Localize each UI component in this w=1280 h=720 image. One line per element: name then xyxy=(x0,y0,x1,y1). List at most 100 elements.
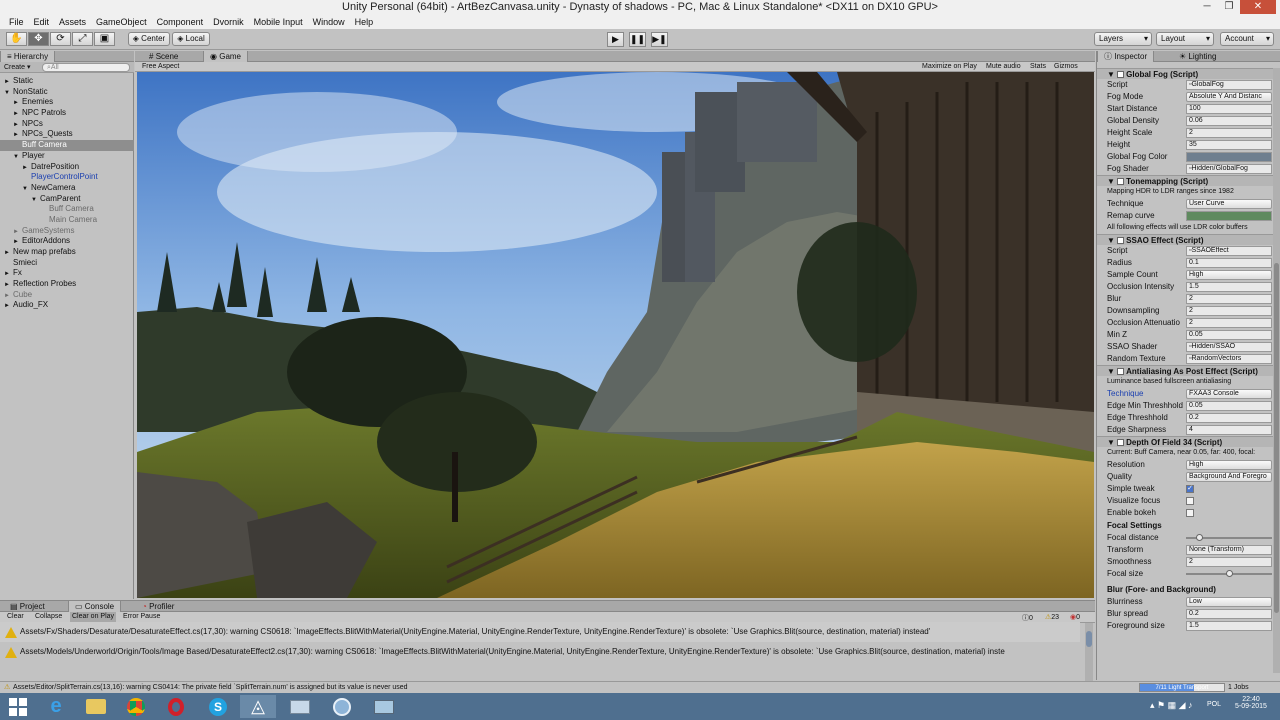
remap-curve-field[interactable] xyxy=(1186,211,1272,221)
checkbox-unchecked[interactable] xyxy=(1186,497,1194,505)
technique-dropdown[interactable]: User Curve xyxy=(1186,199,1272,209)
scrollbar-thumb[interactable] xyxy=(1274,263,1279,613)
quality-dropdown[interactable]: Background And Foregro xyxy=(1186,472,1272,482)
number-field[interactable]: 0.05 xyxy=(1186,330,1272,340)
hierarchy-item[interactable]: ▼ Player xyxy=(0,151,134,162)
foldout-expanded-icon[interactable]: ▼ xyxy=(22,184,31,195)
menu-dvornik[interactable]: Dvornik xyxy=(208,15,249,29)
focal-size-slider[interactable] xyxy=(1186,570,1272,577)
ssao-header[interactable]: ▼ SSAO Effect (Script) xyxy=(1097,234,1273,245)
hierarchy-item[interactable]: ► Audio_FX xyxy=(0,300,134,311)
unity-icon[interactable]: ◬ xyxy=(240,695,276,718)
component-enabled-checkbox[interactable] xyxy=(1117,368,1125,375)
hierarchy-item[interactable]: ► NPC Patrols xyxy=(0,108,134,119)
pivot-local-button[interactable]: ◈ Local xyxy=(172,32,210,46)
hierarchy-item[interactable]: ► DatrePosition xyxy=(0,162,134,173)
hierarchy-item[interactable]: ► Reflection Probes xyxy=(0,279,134,290)
hierarchy-item[interactable]: ▼ NonStatic xyxy=(0,87,134,98)
component-enabled-checkbox[interactable] xyxy=(1117,71,1125,78)
number-field[interactable]: 35 xyxy=(1186,140,1272,150)
dropdown-field[interactable]: Absolute Y And Distanc xyxy=(1186,92,1272,102)
transform-field[interactable]: None (Transform) xyxy=(1186,545,1272,555)
hierarchy-item[interactable]: ► New map prefabs xyxy=(0,247,134,258)
number-field[interactable]: 0.06 xyxy=(1186,116,1272,126)
clock[interactable]: 22:40 5-09-2015 xyxy=(1232,696,1270,710)
tab-inspector[interactable]: ⓘ Inspector xyxy=(1097,51,1155,62)
skype-icon[interactable]: S xyxy=(200,695,236,718)
tab-profiler[interactable]: ◔ Profiler xyxy=(136,601,180,612)
warning-count-toggle[interactable]: ⚠23 xyxy=(1045,613,1059,621)
foldout-collapsed-icon[interactable]: ► xyxy=(4,301,13,312)
menu-assets[interactable]: Assets xyxy=(54,15,91,29)
layers-dropdown[interactable]: Layers ▾ xyxy=(1094,32,1152,46)
component-enabled-checkbox[interactable] xyxy=(1117,439,1125,446)
menu-mobile-input[interactable]: Mobile Input xyxy=(249,15,308,29)
object-field[interactable]: ▫RandomVectors xyxy=(1186,354,1272,364)
layout-dropdown[interactable]: Layout ▾ xyxy=(1156,32,1214,46)
move-tool-icon[interactable]: ✥ xyxy=(28,32,49,46)
number-field[interactable]: 2 xyxy=(1186,294,1272,304)
resolution-dropdown[interactable]: High xyxy=(1186,460,1272,470)
tab-project[interactable]: ▤ Project xyxy=(4,601,51,612)
dropdown-field[interactable]: High xyxy=(1186,270,1272,280)
close-icon[interactable]: ✕ xyxy=(1240,0,1276,14)
hierarchy-item[interactable]: ▼ NewCamera xyxy=(0,183,134,194)
number-field[interactable]: 2 xyxy=(1186,128,1272,138)
hierarchy-item[interactable]: Buff Camera xyxy=(0,204,134,215)
number-field[interactable]: 0.2 xyxy=(1186,413,1272,423)
hand-tool-icon[interactable]: ✋ xyxy=(6,32,27,46)
hierarchy-item[interactable]: Buff Camera xyxy=(0,140,134,151)
gizmos-dropdown[interactable]: Gizmos xyxy=(1054,63,1078,70)
object-field[interactable]: ▫SSAOEffect xyxy=(1186,246,1272,256)
mute-audio-toggle[interactable]: Mute audio xyxy=(986,63,1021,70)
scale-tool-icon[interactable]: ⤢ xyxy=(72,32,93,46)
maximize-on-play-toggle[interactable]: Maximize on Play xyxy=(922,63,977,70)
checkbox-unchecked[interactable] xyxy=(1186,509,1194,517)
hierarchy-item[interactable]: ► NPCs_Quests xyxy=(0,129,134,140)
status-message[interactable]: Assets/Editor/SplitTerrain.cs(13,16): wa… xyxy=(13,682,408,693)
number-field[interactable]: 2 xyxy=(1186,318,1272,328)
menu-help[interactable]: Help xyxy=(350,15,379,29)
minimize-icon[interactable]: ─ xyxy=(1196,0,1218,14)
hierarchy-item[interactable]: ► Cube xyxy=(0,290,134,301)
windows-start-icon[interactable] xyxy=(0,695,36,718)
maximize-icon[interactable]: ❐ xyxy=(1218,0,1240,14)
rotate-tool-icon[interactable]: ⟳ xyxy=(50,32,71,46)
component-enabled-checkbox[interactable] xyxy=(1117,237,1125,244)
number-field[interactable]: 1.5 xyxy=(1186,282,1272,292)
language-indicator[interactable]: POL xyxy=(1207,701,1221,708)
account-dropdown[interactable]: Account ▾ xyxy=(1220,32,1274,46)
play-button[interactable]: ▶ xyxy=(607,32,624,47)
hierarchy-item[interactable]: ► GameSystems xyxy=(0,226,134,237)
globalfog-header[interactable]: ▼ Global Fog (Script) xyxy=(1097,68,1273,79)
app-icon-2[interactable] xyxy=(324,695,360,718)
number-field[interactable]: 100 xyxy=(1186,104,1272,114)
jobs-label[interactable]: 1 Jobs xyxy=(1228,682,1249,693)
step-button[interactable]: ▶❚ xyxy=(651,32,668,47)
opera-icon[interactable] xyxy=(158,695,194,718)
app-icon-3[interactable] xyxy=(366,695,402,718)
inspector-scrollbar[interactable] xyxy=(1273,68,1280,673)
foldout-expanded-icon[interactable]: ▼ xyxy=(13,152,22,163)
tab-console[interactable]: ▭ Console xyxy=(68,601,122,612)
tab-scene[interactable]: # Scene xyxy=(143,51,184,62)
antialiasing-header[interactable]: ▼ Antialiasing As Post Effect (Script) xyxy=(1097,365,1273,376)
hierarchy-item[interactable]: ▼ CamParent xyxy=(0,194,134,205)
tonemapping-header[interactable]: ▼ Tonemapping (Script) xyxy=(1097,175,1273,186)
bake-progress-bar[interactable]: 7/11 Light Transport xyxy=(1139,683,1225,692)
menu-edit[interactable]: Edit xyxy=(29,15,55,29)
color-field[interactable] xyxy=(1186,152,1272,162)
menu-component[interactable]: Component xyxy=(152,15,209,29)
scrollbar-thumb[interactable] xyxy=(1086,631,1092,647)
number-field[interactable]: 0.1 xyxy=(1186,258,1272,268)
dropdown-field[interactable]: FXAA3 Console xyxy=(1186,389,1272,399)
object-field[interactable]: ▫Hidden/GlobalFog xyxy=(1186,164,1272,174)
aspect-dropdown[interactable]: Free Aspect xyxy=(142,63,179,70)
blurriness-dropdown[interactable]: Low xyxy=(1186,597,1272,607)
checkbox-checked[interactable]: ✓ xyxy=(1186,485,1194,493)
console-log-row[interactable]: Assets/Models/Underworld/Origin/Tools/Im… xyxy=(0,642,1080,662)
tab-hierarchy[interactable]: ≡ Hierarchy xyxy=(0,51,56,62)
foldout-expanded-icon[interactable]: ▼ xyxy=(4,88,13,99)
blur-spread-field[interactable]: 0.2 xyxy=(1186,609,1272,619)
menu-gameobject[interactable]: GameObject xyxy=(91,15,152,29)
